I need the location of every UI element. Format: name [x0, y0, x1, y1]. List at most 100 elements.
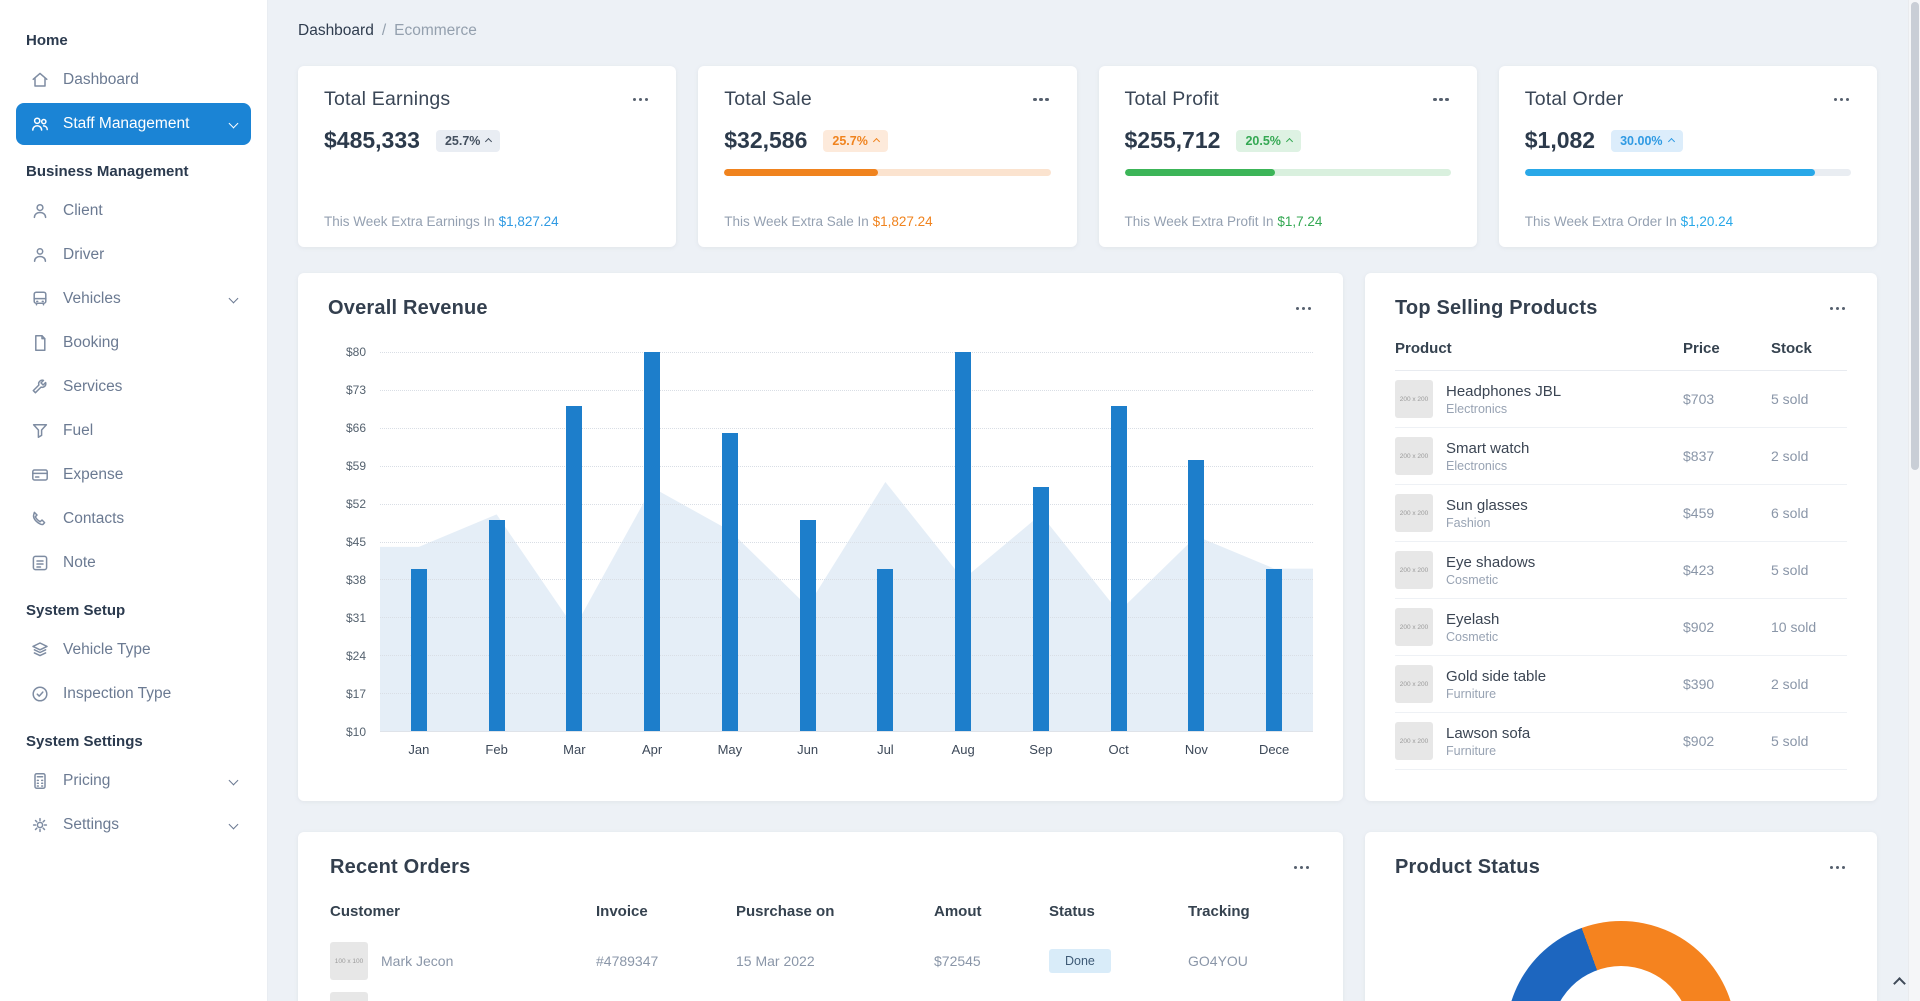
col-stock: Stock: [1771, 340, 1847, 357]
product-row-lawson-sofa[interactable]: 200 x 200Lawson sofaFurniture$9025 sold: [1395, 713, 1847, 770]
stat-value: $255,712: [1125, 127, 1221, 154]
sidebar-item-driver[interactable]: Driver: [16, 234, 251, 276]
product-name: Sun glasses: [1446, 497, 1528, 514]
sidebar-item-note[interactable]: Note: [16, 542, 251, 584]
stat-trend-badge: 25.7%: [436, 130, 500, 152]
stat-footer-amount: $1,827.24: [499, 214, 559, 229]
products-table-body: 200 x 200Headphones JBLElectronics$7035 …: [1395, 371, 1847, 770]
product-price: $902: [1683, 619, 1771, 635]
product-thumbnail: 200 x 200: [1395, 608, 1433, 646]
y-axis-label: $66: [346, 421, 366, 435]
revenue-bar-dece[interactable]: [1266, 569, 1282, 731]
product-category: Furniture: [1446, 687, 1546, 701]
y-axis-label: $24: [346, 649, 366, 663]
product-row-eye-shadows[interactable]: 200 x 200Eye shadowsCosmetic$4235 sold: [1395, 542, 1847, 599]
product-stock: 5 sold: [1771, 733, 1847, 749]
gridline: [380, 390, 1313, 391]
revenue-bar-sep[interactable]: [1033, 487, 1049, 731]
product-row-headphones-jbl[interactable]: 200 x 200Headphones JBLElectronics$7035 …: [1395, 371, 1847, 428]
x-axis-label: May: [691, 742, 769, 757]
product-thumbnail: 200 x 200: [1395, 722, 1433, 760]
overall-revenue-card: Overall Revenue $80$73$66$59$52$45$38$31…: [298, 273, 1343, 801]
card-menu-icon[interactable]: [631, 92, 651, 108]
sidebar-item-services[interactable]: Services: [16, 366, 251, 408]
product-name: Eye shadows: [1446, 554, 1535, 571]
settings-icon: [30, 815, 50, 835]
revenue-bar-mar[interactable]: [566, 406, 582, 731]
donut-hole: [1551, 966, 1691, 1001]
product-price: $423: [1683, 562, 1771, 578]
breadcrumb: Dashboard/Ecommerce: [298, 22, 1877, 40]
revenue-bar-oct[interactable]: [1111, 406, 1127, 731]
sidebar-item-fuel[interactable]: Fuel: [16, 410, 251, 452]
scrollbar-thumb[interactable]: [1911, 2, 1919, 470]
sidebar-section-header: System Setup: [0, 586, 267, 627]
sidebar-item-vehicles[interactable]: Vehicles: [16, 278, 251, 320]
product-row-eyelash[interactable]: 200 x 200EyelashCosmetic$90210 sold: [1395, 599, 1847, 656]
sidebar-item-settings[interactable]: Settings: [16, 804, 251, 846]
card-menu-icon[interactable]: [1292, 860, 1312, 876]
product-status-donut-chart[interactable]: [1506, 921, 1736, 1001]
booking-icon: [30, 333, 50, 353]
sidebar-item-pricing[interactable]: Pricing: [16, 760, 251, 802]
order-row-2[interactable]: [330, 986, 1311, 1001]
revenue-bar-nov[interactable]: [1188, 460, 1204, 731]
card-menu-icon[interactable]: [1431, 92, 1451, 108]
card-menu-icon[interactable]: [1828, 301, 1848, 317]
sidebar-item-contacts[interactable]: Contacts: [16, 498, 251, 540]
gridline: [380, 693, 1313, 694]
revenue-bar-may[interactable]: [722, 433, 738, 731]
revenue-bar-aug[interactable]: [955, 352, 971, 731]
orders-table-header: Customer Invoice Pusrchase on Amout Stat…: [330, 879, 1311, 936]
col-price: Price: [1683, 340, 1771, 357]
revenue-bar-apr[interactable]: [644, 352, 660, 731]
expense-icon: [30, 465, 50, 485]
product-status-title: Product Status: [1395, 856, 1540, 879]
sidebar-item-label: Staff Management: [63, 115, 189, 133]
sidebar-item-inspection-type[interactable]: Inspection Type: [16, 673, 251, 715]
sidebar-item-booking[interactable]: Booking: [16, 322, 251, 364]
product-stock: 2 sold: [1771, 676, 1847, 692]
orders-table-body: 100 x 100Mark Jecon#478934715 Mar 2022$7…: [330, 936, 1311, 1001]
revenue-chart: $80$73$66$59$52$45$38$31$24$17$10: [328, 352, 1313, 732]
chevron-down-icon: [229, 819, 239, 829]
product-name: Headphones JBL: [1446, 383, 1561, 400]
product-name: Smart watch: [1446, 440, 1529, 457]
product-row-smart-watch[interactable]: 200 x 200Smart watchElectronics$8372 sol…: [1395, 428, 1847, 485]
revenue-bar-jul[interactable]: [877, 569, 893, 731]
stat-footer-amount: $1,20.24: [1681, 214, 1734, 229]
scroll-to-top-button[interactable]: [1895, 975, 1904, 993]
sidebar-item-dashboard[interactable]: Dashboard: [16, 59, 251, 101]
card-menu-icon[interactable]: [1294, 301, 1314, 317]
x-axis-label: Mar: [536, 742, 614, 757]
product-thumbnail: 200 x 200: [1395, 437, 1433, 475]
x-axis-label: Apr: [613, 742, 691, 757]
breadcrumb-dashboard[interactable]: Dashboard: [298, 22, 374, 39]
x-axis-label: Jul: [847, 742, 925, 757]
sidebar-item-staff-management[interactable]: Staff Management: [16, 103, 251, 145]
progress-fill: [1125, 169, 1275, 176]
chevron-up-icon: [1893, 977, 1906, 990]
col-invoice: Invoice: [596, 903, 736, 920]
card-menu-icon[interactable]: [1031, 92, 1051, 108]
scrollbar[interactable]: [1908, 0, 1920, 1001]
sidebar-item-label: Booking: [63, 334, 119, 352]
sidebar-item-client[interactable]: Client: [16, 190, 251, 232]
sidebar-item-expense[interactable]: Expense: [16, 454, 251, 496]
staff-icon: [30, 114, 50, 134]
x-axis-label: Jan: [380, 742, 458, 757]
stat-card-title: Total Sale: [724, 88, 812, 111]
order-row-1[interactable]: 100 x 100Mark Jecon#478934715 Mar 2022$7…: [330, 936, 1311, 986]
top-selling-products-card: Top Selling Products Product Price Stock…: [1365, 273, 1877, 801]
progress-fill: [724, 169, 877, 176]
x-axis-label: Jun: [769, 742, 847, 757]
revenue-bar-jan[interactable]: [411, 569, 427, 731]
product-row-gold-side-table[interactable]: 200 x 200Gold side tableFurniture$3902 s…: [1395, 656, 1847, 713]
product-row-sun-glasses[interactable]: 200 x 200Sun glassesFashion$4596 sold: [1395, 485, 1847, 542]
revenue-bar-feb[interactable]: [489, 520, 505, 731]
sidebar-item-vehicle-type[interactable]: Vehicle Type: [16, 629, 251, 671]
card-menu-icon[interactable]: [1832, 92, 1852, 108]
card-menu-icon[interactable]: [1828, 860, 1848, 876]
revenue-bar-jun[interactable]: [800, 520, 816, 731]
contacts-icon: [30, 509, 50, 529]
